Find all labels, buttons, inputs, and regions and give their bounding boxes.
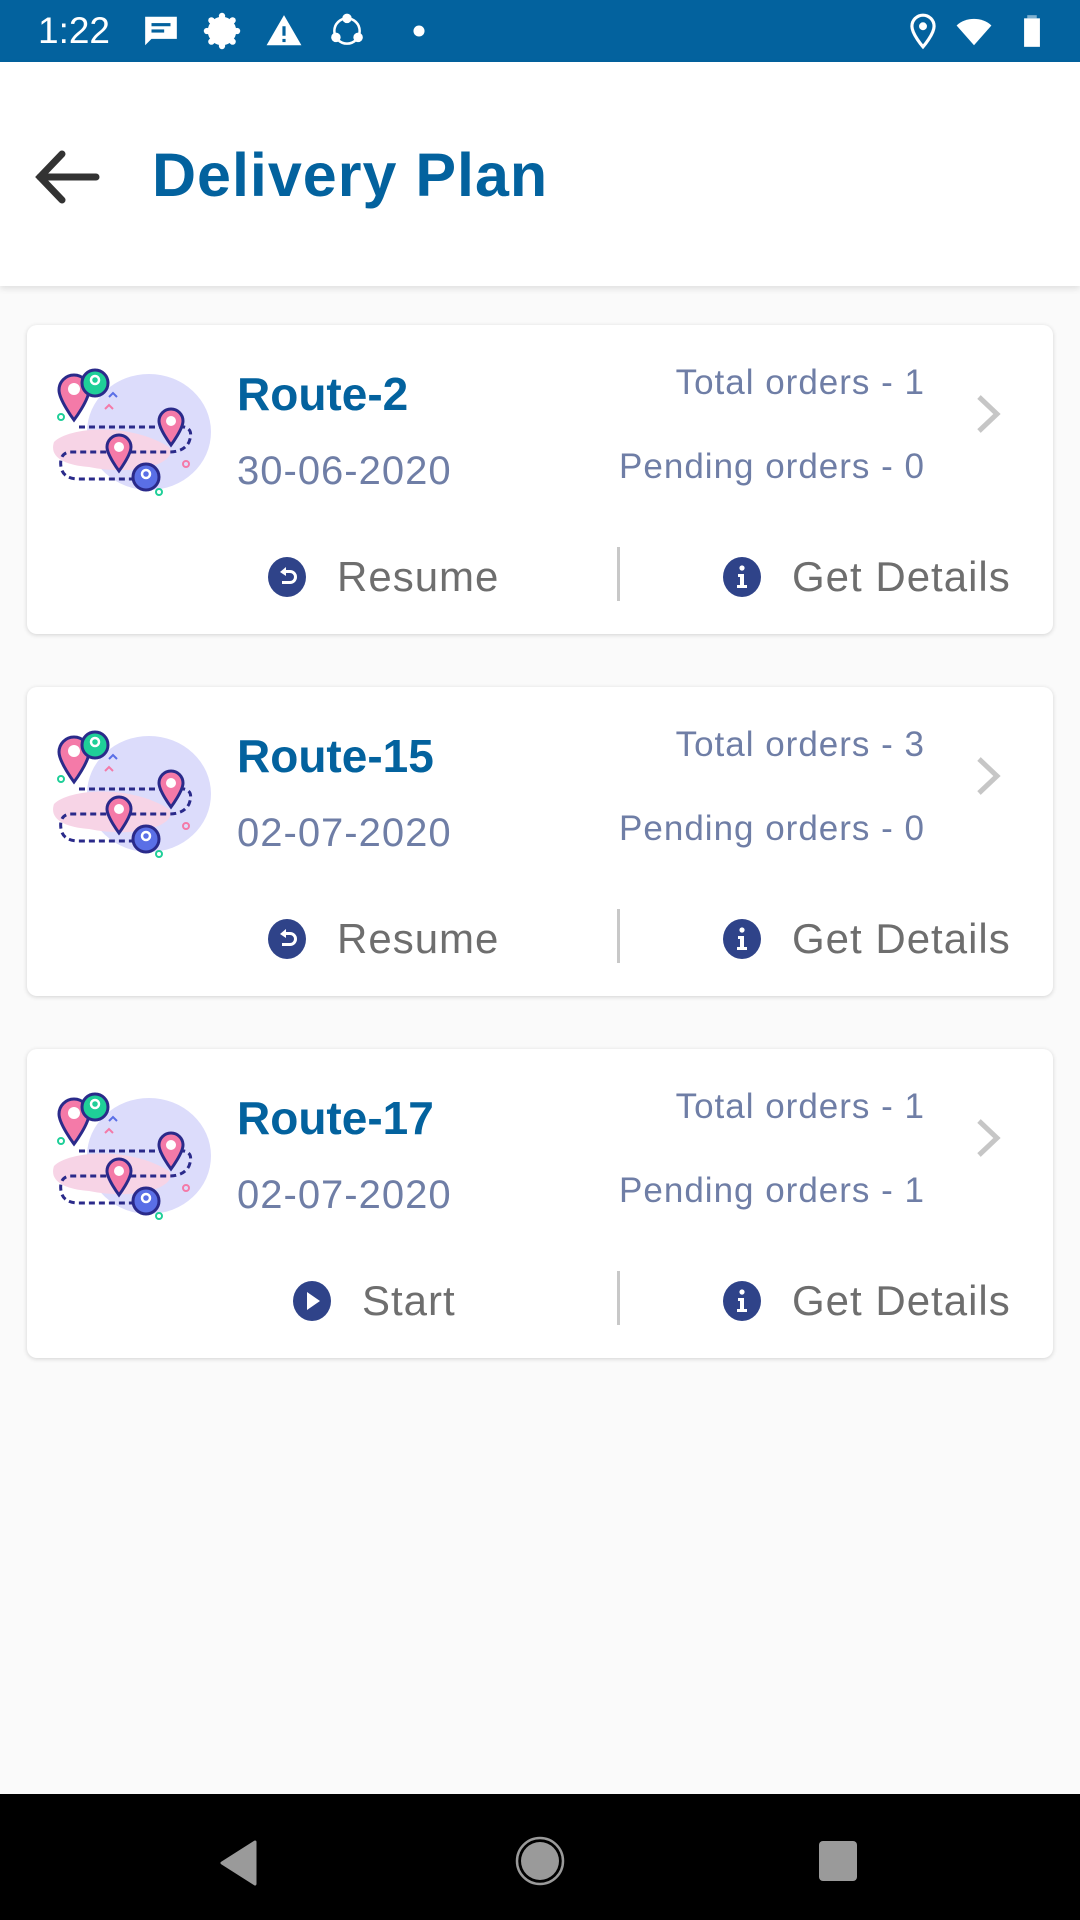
info-icon [723, 919, 761, 959]
route-date: 30-06-2020 [237, 449, 452, 493]
pending-orders: Pending orders - 0 [619, 447, 925, 486]
total-orders: Total orders - 1 [675, 1087, 925, 1126]
start-button[interactable]: Start [292, 1271, 456, 1331]
get-details-label: Get Details [792, 915, 1011, 962]
back-triangle-icon[interactable] [218, 1840, 258, 1886]
info-icon [723, 1281, 761, 1321]
total-orders: Total orders - 3 [675, 725, 925, 764]
system-nav-bar [0, 1794, 1080, 1920]
pending-orders: Pending orders - 0 [619, 809, 925, 848]
app-bar: Delivery Plan [0, 62, 1080, 286]
get-details-button[interactable]: Get Details [722, 547, 1011, 607]
route-card-1[interactable]: Route-2 30-06-2020 Total orders - 1 Pend… [27, 325, 1053, 634]
settings-badge-icon [203, 12, 241, 50]
get-details-button[interactable]: Get Details [722, 909, 1011, 969]
status-time: 1:22 [38, 10, 111, 51]
page-title: Delivery Plan [152, 141, 549, 209]
resume-icon [268, 557, 306, 597]
get-details-label: Get Details [792, 553, 1011, 600]
primary-action-label: Start [362, 1277, 456, 1324]
status-bar: 1:22 [0, 0, 1080, 62]
route-map-icon [53, 1092, 211, 1220]
warning-icon [266, 15, 302, 46]
route-name: Route-2 [237, 368, 409, 420]
route-date: 02-07-2020 [237, 1173, 452, 1217]
battery-icon [1024, 15, 1040, 47]
route-name: Route-15 [237, 730, 434, 782]
route-map-icon [53, 368, 211, 496]
chevron-right-icon[interactable] [973, 1113, 1003, 1163]
route-card-3[interactable]: Route-17 02-07-2020 Total orders - 1 Pen… [27, 1049, 1053, 1358]
back-button[interactable] [30, 144, 106, 210]
message-icon [145, 16, 177, 46]
play-icon [293, 1281, 331, 1321]
wifi-icon [956, 18, 992, 46]
get-details-button[interactable]: Get Details [722, 1271, 1011, 1331]
home-circle-icon[interactable] [515, 1836, 565, 1886]
recents-square-icon[interactable] [818, 1840, 858, 1882]
info-icon [723, 557, 761, 597]
route-name: Route-17 [237, 1092, 434, 1144]
pending-orders: Pending orders - 1 [619, 1171, 925, 1210]
route-map-icon [53, 730, 211, 858]
chevron-right-icon[interactable] [973, 751, 1003, 801]
location-icon [910, 13, 936, 50]
dot-icon [413, 25, 425, 37]
resume-button[interactable]: Resume [267, 909, 499, 969]
primary-action-label: Resume [337, 553, 500, 600]
action-divider [617, 547, 620, 601]
primary-action-label: Resume [337, 915, 500, 962]
route-card-2[interactable]: Route-15 02-07-2020 Total orders - 3 Pen… [27, 687, 1053, 996]
total-orders: Total orders - 1 [675, 363, 925, 402]
get-details-label: Get Details [792, 1277, 1011, 1324]
route-date: 02-07-2020 [237, 811, 452, 855]
action-divider [617, 909, 620, 963]
chevron-right-icon[interactable] [973, 389, 1003, 439]
action-divider [617, 1271, 620, 1325]
resume-icon [268, 919, 306, 959]
arrow-left-icon [35, 150, 100, 204]
resume-button[interactable]: Resume [267, 547, 499, 607]
share-it-icon [331, 13, 363, 45]
